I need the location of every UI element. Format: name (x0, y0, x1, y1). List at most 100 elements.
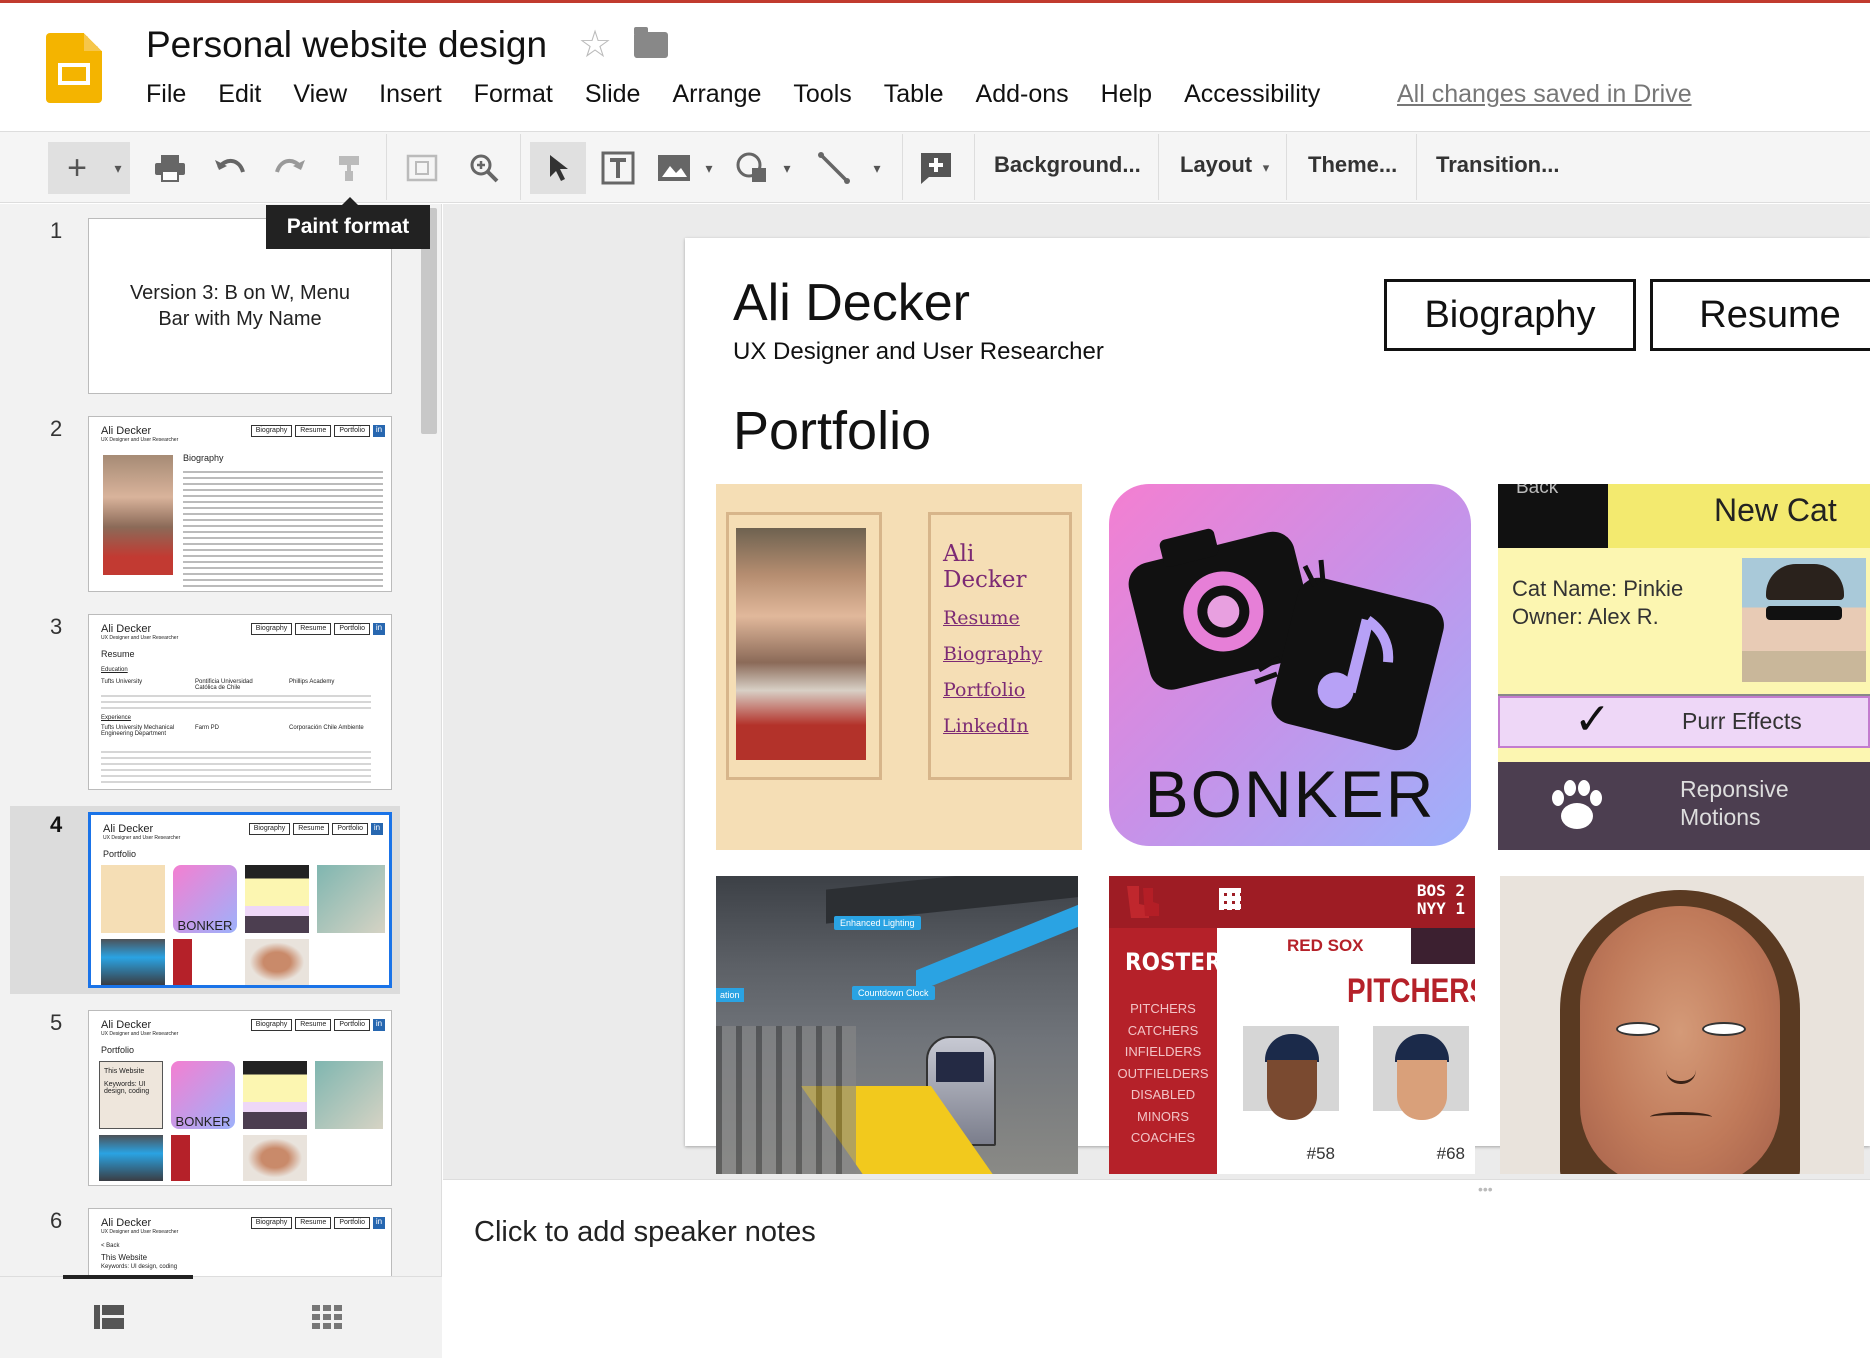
mini-biography: Biography (250, 1217, 293, 1229)
linkedin-icon: in (371, 823, 383, 835)
menu-table[interactable]: Table (884, 80, 944, 109)
experience-col-1: Tufts University Mechanical Engineering … (101, 725, 175, 737)
biography-button[interactable]: Biography (1384, 279, 1636, 351)
tile-cat-app[interactable]: Back New Cat Cat Name: Pinkie Owner: Ale… (1498, 484, 1870, 850)
linkedin-icon: in (373, 623, 385, 635)
menu-format[interactable]: Format (474, 80, 553, 109)
shape-dropdown-icon[interactable]: ▾ (776, 142, 798, 194)
slide-thumbnail-2[interactable]: Ali Decker UX Designer and User Research… (88, 416, 392, 592)
menu-bar: File Edit View Insert Format Slide Arran… (146, 80, 1352, 109)
menu-tools[interactable]: Tools (793, 80, 851, 109)
slide-name[interactable]: Ali Decker (733, 273, 970, 333)
new-slide-dropdown-icon[interactable]: ▾ (106, 142, 130, 194)
player-photo-68: #68 (1373, 1026, 1469, 1168)
menu-edit[interactable]: Edit (218, 80, 261, 109)
slide-thumbnail-4[interactable]: Ali Decker UX Designer and User Research… (88, 812, 392, 988)
resume-button[interactable]: Resume (1650, 279, 1870, 351)
tile-personal-website[interactable]: Ali Decker Resume Biography Portfolio Li… (716, 484, 1082, 850)
menu-accessibility[interactable]: Accessibility (1184, 80, 1320, 109)
education-col-1: Tufts University (101, 679, 143, 685)
experience-text-lines (101, 751, 371, 783)
menu-view[interactable]: View (293, 80, 347, 109)
tile-redsox[interactable]: BOS 2 NYY 1 ROSTER PITCHERS CATCHERS INF… (1109, 876, 1475, 1174)
linkedin-icon: in (373, 1019, 385, 1031)
enhanced-lighting-label: Enhanced Lighting (834, 916, 921, 930)
slide-number: 5 (50, 1010, 63, 1035)
select-cursor-icon[interactable] (530, 142, 586, 194)
theme-button[interactable]: Theme... (1308, 152, 1397, 178)
slide-subtitle[interactable]: UX Designer and User Researcher (733, 338, 1104, 366)
slide-number: 1 (50, 218, 63, 243)
text-box-icon[interactable] (596, 142, 640, 194)
slide-heading[interactable]: Portfolio (733, 400, 931, 462)
tile-painting[interactable] (1500, 876, 1864, 1174)
image-icon[interactable] (652, 142, 696, 194)
score-bos: BOS 2 (1416, 881, 1465, 900)
mini-heading: Biography (183, 453, 224, 463)
print-icon[interactable] (148, 142, 192, 194)
insert-comment-icon[interactable] (914, 142, 958, 194)
mini-portfolio: Portfolio (334, 623, 370, 635)
menu-help[interactable]: Help (1101, 80, 1152, 109)
star-icon[interactable]: ☆ (578, 22, 612, 67)
line-icon[interactable] (812, 142, 856, 194)
menu-file[interactable]: File (146, 80, 186, 109)
mini-tile-website (101, 865, 165, 933)
grid-view-icon[interactable] (312, 1305, 342, 1329)
save-status-link[interactable]: All changes saved in Drive (1397, 80, 1692, 109)
slide-thumbnail-3[interactable]: Ali Decker UX Designer and User Research… (88, 614, 392, 790)
roster-item: INFIELDERS (1124, 1044, 1202, 1059)
tile-bonker[interactable]: BONKER (1109, 484, 1471, 846)
image-dropdown-icon[interactable]: ▾ (698, 142, 720, 194)
scoreboard: BOS 2 NYY 1 (1417, 882, 1465, 918)
paint-format-icon[interactable] (328, 142, 372, 194)
slide-thumbnail-6[interactable]: Ali Decker UX Designer and User Research… (88, 1208, 392, 1276)
experience-label: Experience (101, 715, 132, 721)
line-dropdown-icon[interactable]: ▾ (866, 142, 888, 194)
mini-resume: Resume (295, 1217, 332, 1229)
mini-name: Ali Decker (101, 1217, 152, 1229)
speaker-notes-placeholder[interactable]: Click to add speaker notes (474, 1216, 816, 1249)
fit-zoom-icon[interactable] (400, 142, 444, 194)
shape-icon[interactable] (730, 142, 774, 194)
portrait-image (736, 528, 866, 760)
transition-button[interactable]: Transition... (1436, 152, 1559, 178)
zoom-icon[interactable] (462, 142, 506, 194)
slides-logo-icon[interactable] (46, 33, 102, 103)
filmstrip-footer (0, 1276, 442, 1358)
mini-subtitle: UX Designer and User Researcher (101, 635, 179, 641)
folder-icon[interactable] (634, 27, 668, 58)
mini-portfolio: Portfolio (334, 1217, 370, 1229)
experience-col-3: Corporación Chile Ambiente (289, 725, 364, 731)
background-button[interactable]: Background... (994, 152, 1141, 178)
tile-subway[interactable]: Enhanced Lighting Countdown Clock ation (716, 876, 1078, 1174)
mini-tile-painting (245, 939, 309, 985)
roster-label: ROSTER (1125, 948, 1222, 976)
document-title[interactable]: Personal website design (146, 24, 547, 66)
menu-arrange[interactable]: Arrange (672, 80, 761, 109)
mini-tile-bonker: BONKER (173, 865, 237, 933)
slide-number: 6 (50, 1208, 63, 1233)
layout-button[interactable]: Layout (1180, 152, 1252, 178)
education-text-lines (101, 695, 371, 709)
redo-icon[interactable] (268, 142, 312, 194)
mini-biography: Biography (250, 623, 293, 635)
tile-link-portfolio: Portfolio (943, 679, 1026, 701)
mini-name: Ali Decker (101, 1019, 152, 1031)
resize-handle-icon[interactable]: ••• (1478, 1181, 1493, 1197)
mini-tile-redsox (171, 1135, 235, 1181)
mini-portfolio: Portfolio (334, 1019, 370, 1031)
paw-icon (1542, 776, 1612, 836)
new-slide-button[interactable]: + (48, 142, 106, 194)
menu-addons[interactable]: Add-ons (976, 80, 1069, 109)
menu-slide[interactable]: Slide (585, 80, 641, 109)
slide-thumbnail-5[interactable]: Ali Decker UX Designer and User Research… (88, 1010, 392, 1186)
mini-tile-cat-app (245, 865, 309, 933)
mini-back: < Back (101, 1243, 120, 1249)
filmstrip-view-icon[interactable] (94, 1305, 124, 1329)
layout-dropdown-icon[interactable]: ▾ (1256, 142, 1276, 194)
menu-insert[interactable]: Insert (379, 80, 442, 109)
linkedin-icon: in (373, 1217, 385, 1229)
undo-icon[interactable] (208, 142, 252, 194)
speaker-notes-panel[interactable] (443, 1179, 1870, 1358)
